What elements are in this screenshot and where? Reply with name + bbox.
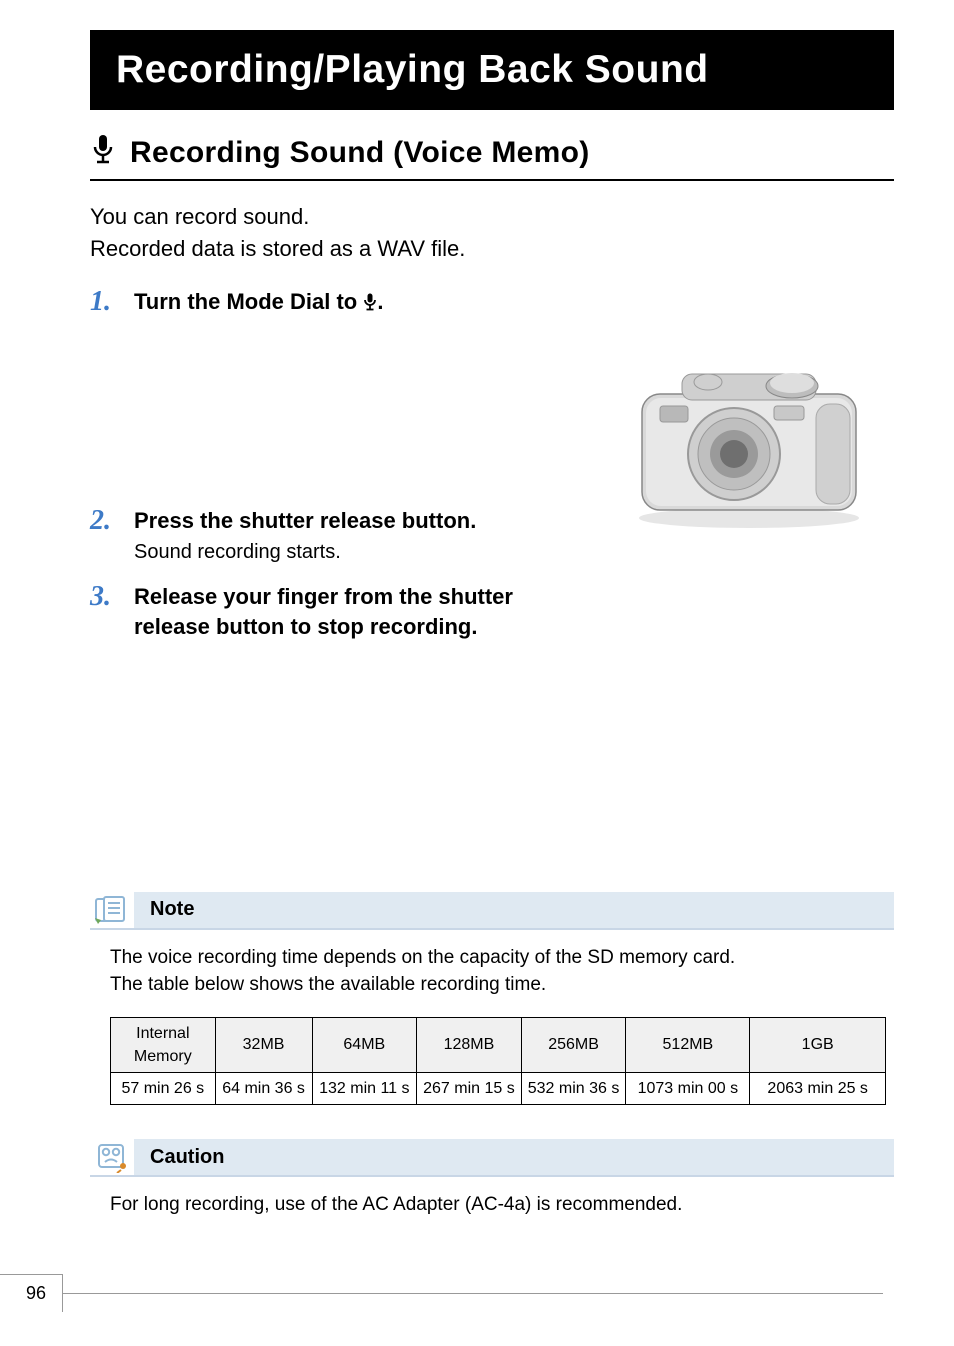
table-cell: 532 min 36 s xyxy=(521,1073,626,1105)
camera-illustration xyxy=(624,360,874,535)
table-cell: 64 min 36 s xyxy=(215,1073,312,1105)
table-cell: 2063 min 25 s xyxy=(750,1073,886,1105)
caution-icon xyxy=(90,1141,134,1173)
section-title: Recording Sound (Voice Memo) xyxy=(130,136,590,170)
step-title-suffix: . xyxy=(377,289,383,314)
chapter-title: Recording/Playing Back Sound xyxy=(116,48,709,91)
intro-line: Recorded data is stored as a WAV file. xyxy=(90,233,894,265)
table-header: Internal Memory xyxy=(111,1017,216,1072)
step-desc: Sound recording starts. xyxy=(134,541,894,564)
note-text: The voice recording time depends on the … xyxy=(110,944,886,972)
table-header: 256MB xyxy=(521,1017,626,1072)
step-title: Turn the Mode Dial to . xyxy=(134,287,894,317)
step-number: 2. xyxy=(90,506,118,537)
page: Recording/Playing Back Sound Recording S… xyxy=(0,0,954,1346)
step-number: 3. xyxy=(90,582,118,613)
note-callout: Note The voice recording time depends on… xyxy=(90,892,894,1106)
table-header: 1GB xyxy=(750,1017,886,1072)
footer-rule xyxy=(63,1293,883,1294)
step-title-text: Turn the Mode Dial to xyxy=(134,289,363,314)
note-header: Note xyxy=(90,892,894,930)
step-item: 3. Release your finger from the shutter … xyxy=(90,582,894,641)
section-heading: Recording Sound (Voice Memo) xyxy=(90,134,894,181)
step-number: 1. xyxy=(90,287,118,318)
caution-label: Caution xyxy=(144,1142,230,1173)
table-cell: 267 min 15 s xyxy=(417,1073,522,1105)
table-cell: 132 min 11 s xyxy=(312,1073,417,1105)
mic-small-icon xyxy=(363,289,377,314)
steps-list: 1. Turn the Mode Dial to . xyxy=(90,287,894,642)
table-header: 64MB xyxy=(312,1017,417,1072)
note-icon xyxy=(90,894,134,926)
table-cell: 57 min 26 s xyxy=(111,1073,216,1105)
recording-time-table: Internal Memory 32MB 64MB 128MB 256MB 51… xyxy=(110,1017,886,1106)
step-item: 1. Turn the Mode Dial to . xyxy=(90,287,894,318)
note-text: The table below shows the available reco… xyxy=(110,971,886,999)
note-body: The voice recording time depends on the … xyxy=(90,930,894,1106)
caution-header: Caution xyxy=(90,1139,894,1177)
table-row: Internal Memory 32MB 64MB 128MB 256MB 51… xyxy=(111,1017,886,1072)
table-header: 512MB xyxy=(626,1017,750,1072)
page-footer: 96 xyxy=(0,1274,883,1312)
step-title: Release your finger from the shutter rel… xyxy=(134,582,554,641)
intro-text: You can record sound. Recorded data is s… xyxy=(90,201,894,265)
page-number: 96 xyxy=(0,1274,63,1312)
note-label: Note xyxy=(144,894,200,925)
caution-callout: Caution For long recording, use of the A… xyxy=(90,1139,894,1219)
step-body: Release your finger from the shutter rel… xyxy=(134,582,554,641)
chapter-banner: Recording/Playing Back Sound xyxy=(90,30,894,110)
step-body: Turn the Mode Dial to . xyxy=(134,287,894,317)
caution-text: For long recording, use of the AC Adapte… xyxy=(110,1191,886,1219)
table-row: 57 min 26 s 64 min 36 s 132 min 11 s 267… xyxy=(111,1073,886,1105)
table-header: 32MB xyxy=(215,1017,312,1072)
mic-icon xyxy=(90,134,116,171)
table-cell: 1073 min 00 s xyxy=(626,1073,750,1105)
caution-body: For long recording, use of the AC Adapte… xyxy=(90,1177,894,1219)
intro-line: You can record sound. xyxy=(90,201,894,233)
table-header: 128MB xyxy=(417,1017,522,1072)
